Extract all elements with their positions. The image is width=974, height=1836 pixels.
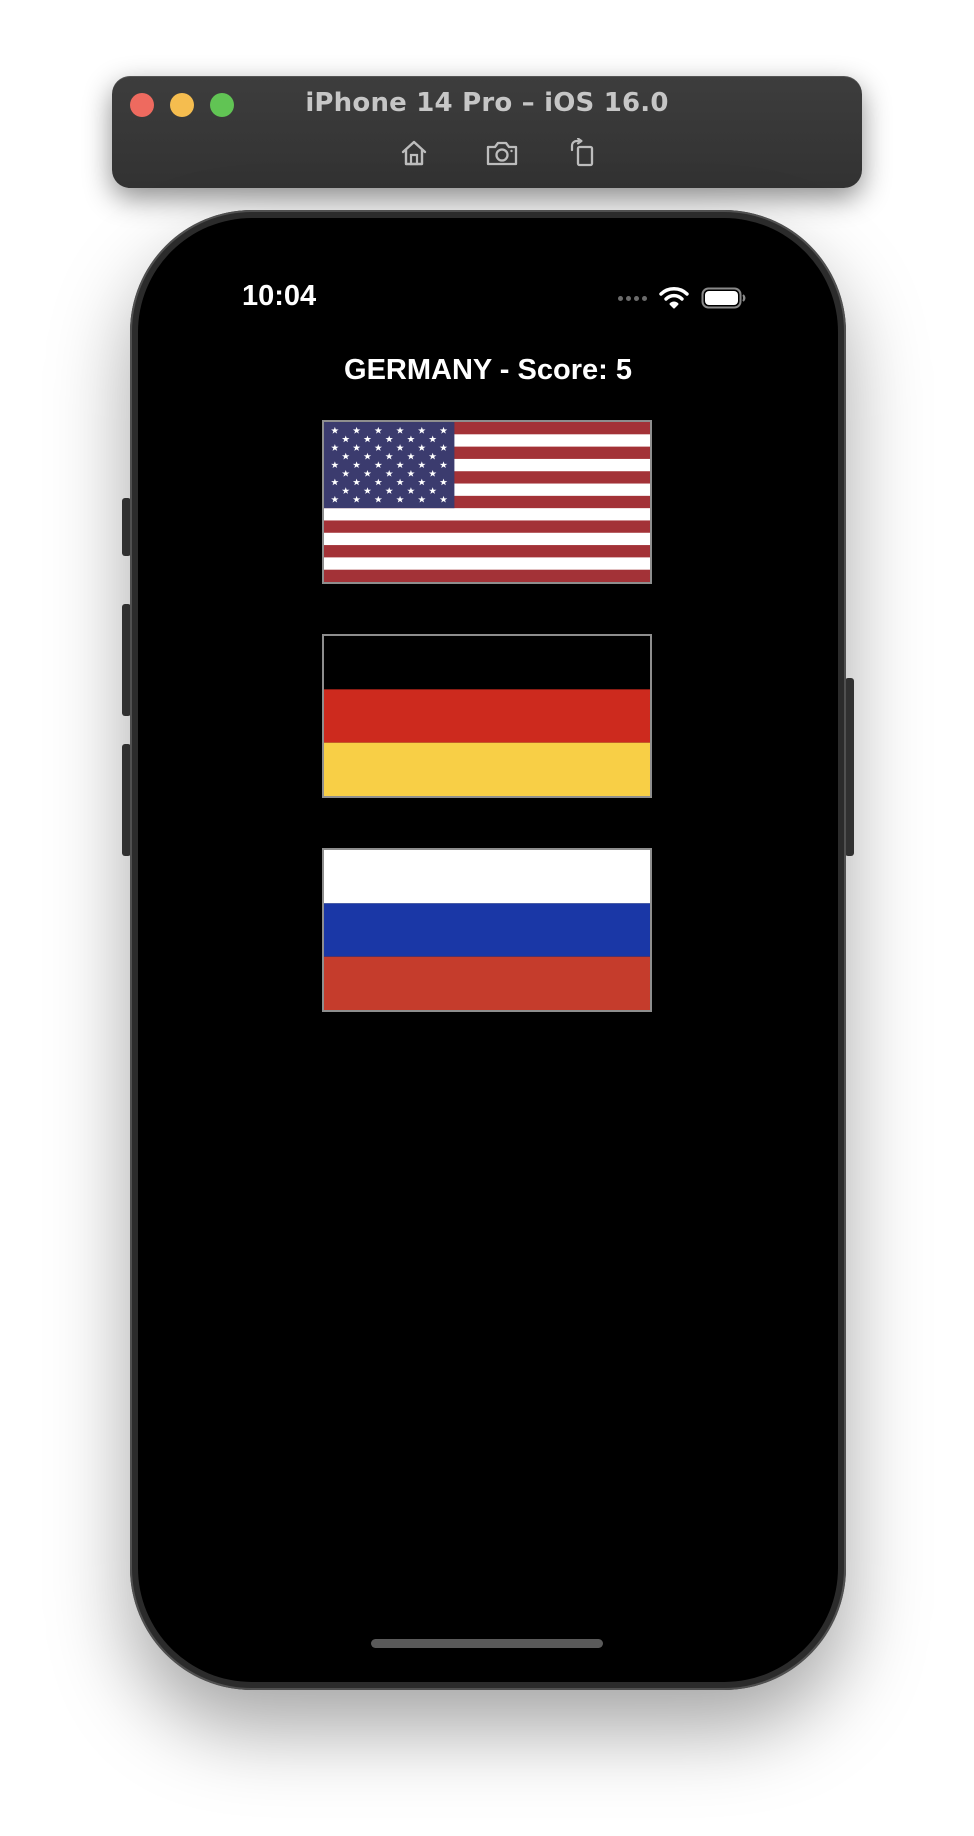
flag-button-3[interactable]: [322, 848, 652, 1012]
dynamic-island: [389, 254, 587, 312]
screenshot-button[interactable]: [483, 134, 521, 172]
status-time: 10:04: [242, 280, 317, 312]
status-icons: [618, 284, 747, 312]
simulator-titlebar[interactable]: iPhone 14 Pro – iOS 16.0: [112, 76, 862, 188]
simulator-title: iPhone 14 Pro – iOS 16.0: [305, 88, 669, 118]
battery-icon: [701, 287, 746, 309]
russia-flag-icon: [324, 850, 650, 1010]
simulator-stage: iPhone 14 Pro – iOS 16.0 10:04 GERMANY -…: [0, 0, 974, 1836]
home-indicator[interactable]: [371, 1639, 603, 1648]
home-button[interactable]: [395, 134, 433, 172]
device-screen: 10:04 GERMANY - Score: 5: [138, 218, 838, 1682]
us-flag-icon: [324, 422, 650, 582]
home-icon: [401, 140, 427, 166]
rotate-button[interactable]: [563, 134, 601, 172]
screenshot-camera-icon: [486, 141, 518, 166]
flag-button-2[interactable]: [322, 634, 652, 798]
flag-button-1[interactable]: [322, 420, 652, 584]
wifi-icon: [659, 287, 689, 309]
question-score-label: GERMANY - Score: 5: [344, 354, 632, 386]
cellular-signal-icon: [618, 295, 647, 301]
iphone-frame: 10:04 GERMANY - Score: 5: [130, 210, 846, 1690]
germany-flag-icon: [324, 636, 650, 796]
side-power-button[interactable]: [845, 678, 854, 856]
rotate-icon: [570, 138, 594, 167]
